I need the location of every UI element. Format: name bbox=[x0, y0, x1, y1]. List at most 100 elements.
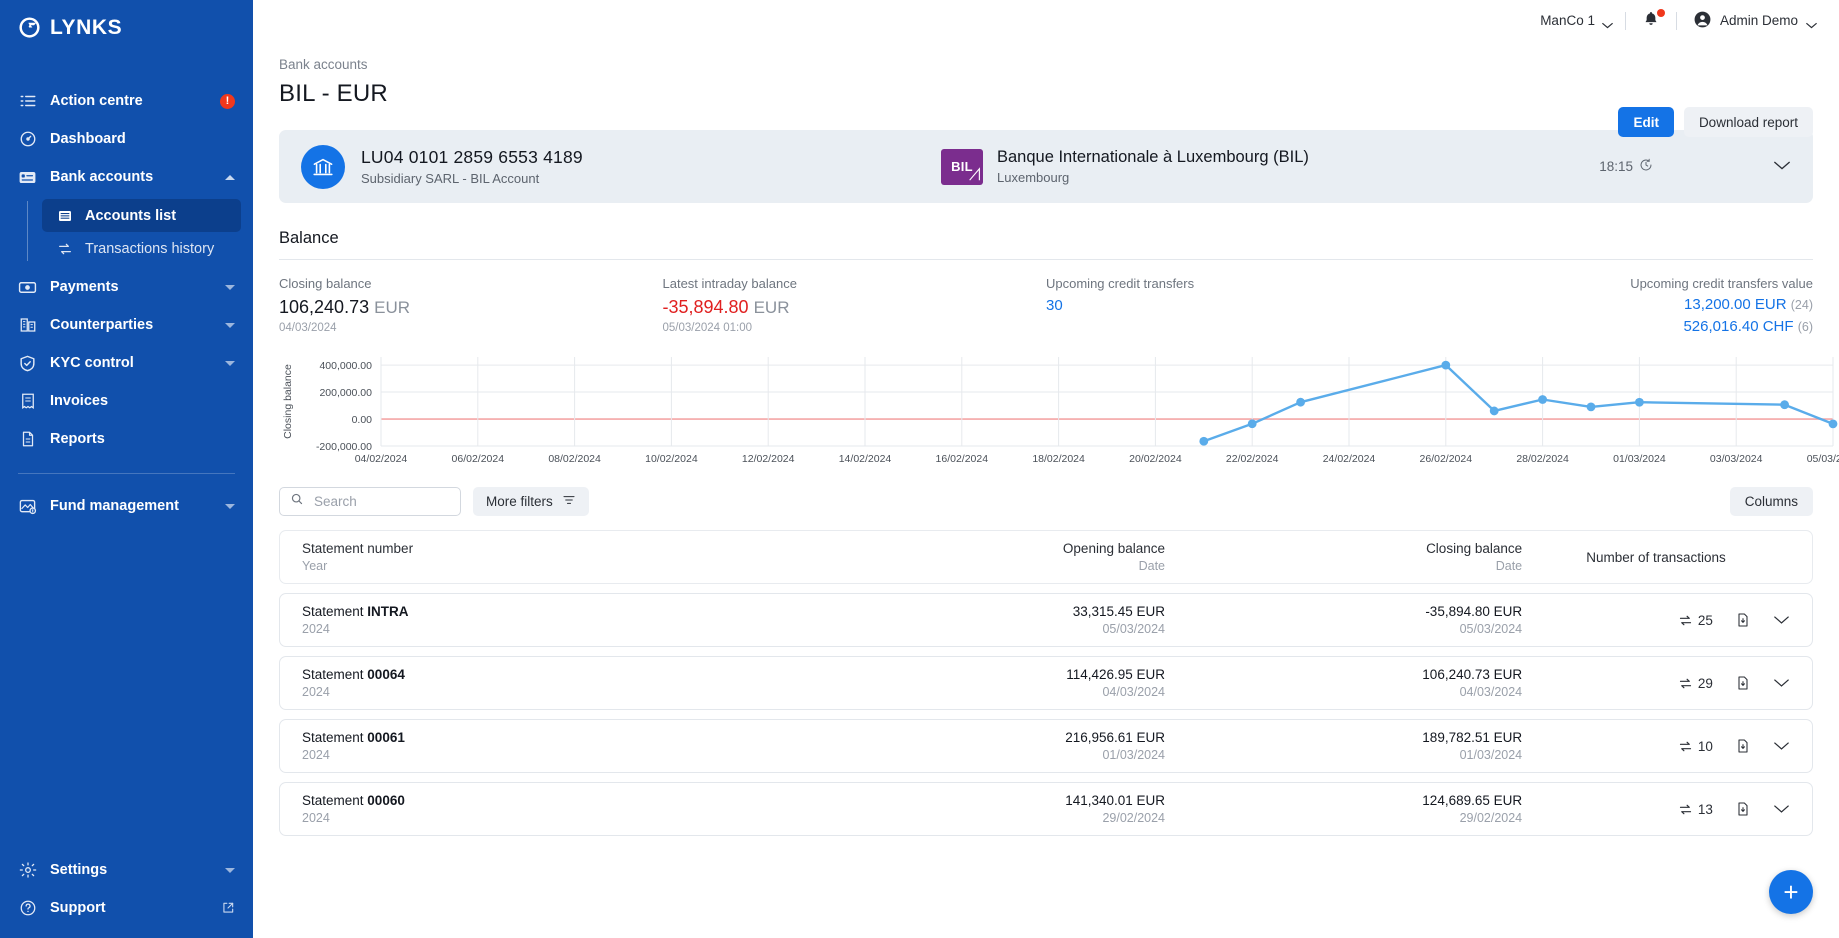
upcoming-chf-count: (6) bbox=[1797, 320, 1813, 334]
sidebar-item-payments[interactable]: Payments bbox=[0, 269, 253, 305]
download-statement-icon[interactable] bbox=[1735, 738, 1751, 754]
sidebar-item-support[interactable]: Support bbox=[0, 890, 253, 926]
sidebar-item-settings[interactable]: Settings bbox=[0, 852, 253, 888]
sidebar-item-dashboard[interactable]: Dashboard bbox=[0, 121, 253, 157]
sidebar-item-label: Reports bbox=[50, 431, 105, 447]
table-row[interactable]: Statement INTRA 2024 33,315.45 EUR 05/03/20… bbox=[279, 593, 1813, 647]
user-menu[interactable]: Admin Demo bbox=[1677, 10, 1817, 32]
sidebar-item-kyc-control[interactable]: KYC control bbox=[0, 345, 253, 381]
shield-check-icon bbox=[18, 354, 37, 373]
expand-row-icon[interactable] bbox=[1773, 678, 1790, 688]
transactions-count[interactable]: 25 bbox=[1678, 613, 1713, 628]
divider bbox=[279, 259, 1813, 260]
expand-row-icon[interactable] bbox=[1773, 741, 1790, 751]
opening-balance-value: 33,315.45 EUR bbox=[1072, 604, 1166, 619]
sidebar-divider bbox=[18, 473, 235, 474]
sidebar-nav: Action centre ! Dashboard Bank accounts … bbox=[0, 83, 253, 526]
sidebar-item-counterparties[interactable]: Counterparties bbox=[0, 307, 253, 343]
column-header-label: Statement number bbox=[302, 541, 414, 556]
table-row[interactable]: Statement 00060 2024 141,340.01 EUR 29/02/2… bbox=[279, 782, 1813, 836]
brand[interactable]: LYNKS bbox=[0, 4, 253, 51]
sidebar-item-accounts-list[interactable]: Accounts list bbox=[42, 199, 241, 232]
add-button[interactable]: + bbox=[1769, 870, 1813, 914]
column-header-label: Closing balance bbox=[1426, 541, 1523, 556]
upcoming-transfers-label: Upcoming credit transfers bbox=[1046, 276, 1195, 291]
sidebar-item-label: Counterparties bbox=[50, 317, 154, 333]
sidebar-item-label: Bank accounts bbox=[50, 169, 154, 185]
notification-dot bbox=[1656, 9, 1665, 17]
cell-closing-balance: 106,240.73 EUR 04/03/2024 bbox=[1165, 667, 1522, 699]
upcoming-transfers-value-eur[interactable]: 13,200.00 EUR (24) bbox=[1430, 296, 1813, 313]
table-row[interactable]: Statement 00064 2024 114,426.95 EUR 04/03/2… bbox=[279, 656, 1813, 710]
intraday-balance-value: -35,894.80 EUR bbox=[663, 297, 1047, 318]
search-box[interactable] bbox=[279, 487, 461, 516]
cell-opening-balance: 33,315.45 EUR 05/03/2024 bbox=[808, 604, 1165, 636]
bank-country: Luxembourg bbox=[997, 170, 1070, 185]
download-report-button[interactable]: Download report bbox=[1683, 107, 1813, 137]
sidebar-item-fund-management[interactable]: Fund management bbox=[0, 488, 253, 524]
transactions-count[interactable]: 13 bbox=[1678, 802, 1713, 817]
intraday-balance-label: Latest intraday balance bbox=[662, 276, 797, 291]
download-statement-icon[interactable] bbox=[1735, 801, 1751, 817]
transactions-count-value: 13 bbox=[1697, 801, 1713, 817]
sidebar-subitem-label: Transactions history bbox=[85, 240, 215, 257]
closing-balance-date: 05/03/2024 bbox=[1459, 622, 1523, 636]
sidebar: LYNKS Action centre ! Dashboard Bank acc… bbox=[0, 0, 253, 938]
upcoming-transfers-count[interactable]: 30 bbox=[1046, 297, 1430, 314]
user-name: Admin Demo bbox=[1719, 13, 1798, 28]
svg-text:14/02/2024: 14/02/2024 bbox=[839, 453, 892, 465]
cell-closing-balance: 189,782.51 EUR 01/03/2024 bbox=[1165, 730, 1522, 762]
svg-text:400,000.00: 400,000.00 bbox=[319, 360, 372, 372]
transactions-count[interactable]: 29 bbox=[1678, 676, 1713, 691]
dashboard-icon bbox=[18, 130, 37, 149]
sidebar-bottom-nav: Settings Support bbox=[0, 852, 253, 928]
sidebar-item-invoices[interactable]: Invoices bbox=[0, 383, 253, 419]
building-icon bbox=[18, 316, 37, 335]
more-filters-button[interactable]: More filters bbox=[473, 487, 589, 516]
sidebar-item-reports[interactable]: Reports bbox=[0, 421, 253, 457]
search-icon bbox=[290, 492, 304, 511]
balance-summary: Closing balance 106,240.73 EUR 04/03/202… bbox=[279, 276, 1813, 335]
svg-text:12/02/2024: 12/02/2024 bbox=[742, 453, 795, 465]
sidebar-item-bank-accounts[interactable]: Bank accounts bbox=[0, 159, 253, 195]
cell-row-actions: 10 bbox=[1522, 738, 1790, 754]
breadcrumb[interactable]: Bank accounts bbox=[279, 57, 1813, 72]
expand-row-icon[interactable] bbox=[1773, 615, 1790, 625]
upcoming-transfers-block: Upcoming credit transfers 30 bbox=[1046, 276, 1430, 335]
balance-chart: 400,000.00 200,000.00 0.00 -200,000.00 Closi… bbox=[279, 349, 1839, 471]
edit-button[interactable]: Edit bbox=[1618, 107, 1674, 137]
notifications-button[interactable] bbox=[1626, 9, 1676, 31]
columns-button[interactable]: Columns bbox=[1729, 487, 1813, 516]
column-header-sub: Date bbox=[1495, 559, 1523, 573]
cell-opening-balance: 114,426.95 EUR 04/03/2024 bbox=[808, 667, 1165, 699]
closing-balance-currency: EUR bbox=[374, 298, 411, 317]
upcoming-transfers-value-chf[interactable]: 526,016.40 CHF (6) bbox=[1430, 318, 1813, 335]
column-header-label: Number of transactions bbox=[1586, 549, 1726, 565]
sidebar-item-action-centre[interactable]: Action centre ! bbox=[0, 83, 253, 119]
transfer-icon bbox=[1679, 678, 1692, 688]
sidebar-item-label: Fund management bbox=[50, 498, 179, 514]
sidebar-item-label: Dashboard bbox=[50, 131, 126, 147]
app-root: LYNKS Action centre ! Dashboard Bank acc… bbox=[0, 0, 1839, 938]
transactions-count[interactable]: 10 bbox=[1678, 739, 1713, 754]
download-statement-icon[interactable] bbox=[1735, 612, 1751, 628]
closing-balance-date: 04/03/2024 bbox=[1459, 685, 1523, 699]
intraday-balance-amount: -35,894.80 bbox=[662, 297, 749, 317]
sidebar-item-transactions-history[interactable]: Transactions history bbox=[42, 232, 241, 265]
statement-year: 2024 bbox=[302, 622, 330, 636]
download-statement-icon[interactable] bbox=[1735, 675, 1751, 691]
balance-section-title: Balance bbox=[279, 229, 339, 247]
column-closing-balance: Closing balance Date bbox=[1165, 541, 1522, 573]
svg-text:08/02/2024: 08/02/2024 bbox=[548, 453, 601, 465]
manco-selector[interactable]: ManCo 1 bbox=[1528, 13, 1625, 29]
table-row[interactable]: Statement 00061 2024 216,956.61 EUR 01/03/2… bbox=[279, 719, 1813, 773]
transfer-icon bbox=[1679, 741, 1692, 751]
svg-text:22/02/2024: 22/02/2024 bbox=[1226, 453, 1279, 465]
opening-balance-value: 141,340.01 EUR bbox=[1065, 793, 1166, 808]
cell-row-actions: 29 bbox=[1522, 675, 1790, 691]
account-expand-toggle[interactable] bbox=[1773, 158, 1791, 176]
cell-closing-balance: -35,894.80 EUR 05/03/2024 bbox=[1165, 604, 1522, 636]
expand-row-icon[interactable] bbox=[1773, 804, 1790, 814]
search-input[interactable] bbox=[312, 493, 450, 510]
sidebar-item-label: Action centre bbox=[50, 93, 143, 109]
